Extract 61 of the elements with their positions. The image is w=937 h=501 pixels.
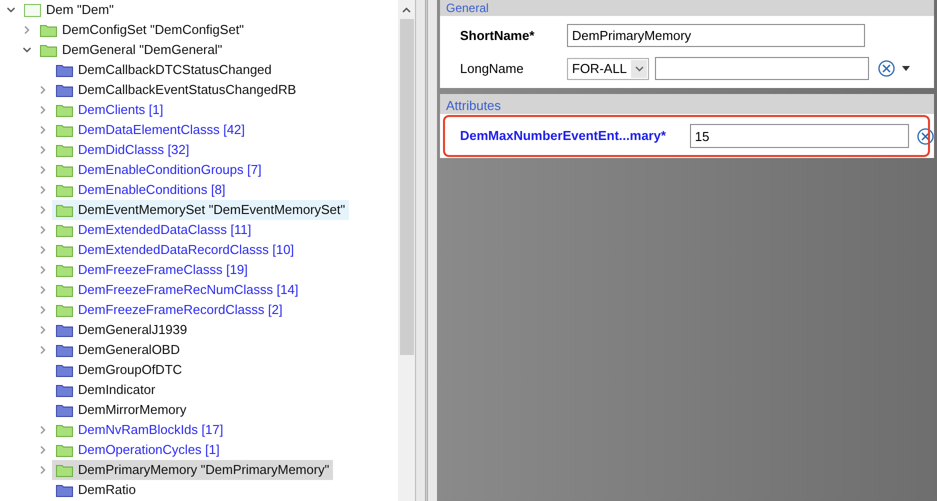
tree-item[interactable]: DemExtendedDataClasss [11]: [52, 220, 256, 240]
chevron-right-icon[interactable]: [38, 445, 48, 455]
chevron-right-icon[interactable]: [38, 85, 48, 95]
chevron-down-icon[interactable]: [22, 45, 32, 55]
tree-item[interactable]: DemEnableConditions [8]: [52, 180, 230, 200]
caret-icon: [634, 66, 644, 72]
tree-item[interactable]: DemMirrorMemory: [52, 400, 190, 420]
text-field[interactable]: DemPrimaryMemory: [567, 24, 865, 47]
tree-item[interactable]: DemDataElementClasss [42]: [52, 120, 249, 140]
tree-item[interactable]: DemEnableConditionGroups [7]: [52, 160, 266, 180]
tree-item[interactable]: DemIndicator: [52, 380, 160, 400]
tree-item[interactable]: DemFreezeFrameClasss [19]: [52, 260, 252, 280]
tree-item[interactable]: DemEventMemorySet "DemEventMemorySet": [52, 200, 350, 220]
chevron-right-icon[interactable]: [38, 145, 48, 155]
tree-item[interactable]: DemGeneralJ1939: [52, 320, 192, 340]
chevron-right-icon[interactable]: [38, 345, 48, 355]
tree-item[interactable]: DemCallbackDTCStatusChanged: [52, 60, 276, 80]
tree-item[interactable]: DemGeneralOBD: [52, 340, 184, 360]
scrollbar[interactable]: [398, 0, 415, 501]
tool-icon[interactable]: [878, 60, 895, 77]
tree-item[interactable]: Dem "Dem": [20, 0, 118, 20]
tree-item[interactable]: DemExtendedDataRecordClasss [10]: [52, 240, 298, 260]
tree-item[interactable]: DemDidClasss [32]: [52, 140, 194, 160]
field-label: ShortName*: [460, 26, 536, 45]
text-field[interactable]: 15: [690, 124, 909, 148]
tree-item[interactable]: DemNvRamBlockIds [17]: [52, 420, 228, 440]
tree-item[interactable]: DemConfigSet "DemConfigSet": [36, 20, 248, 40]
text-field[interactable]: [655, 57, 869, 80]
chevron-right-icon[interactable]: [38, 325, 48, 335]
chevron-right-icon[interactable]: [38, 425, 48, 435]
tree-item[interactable]: DemPrimaryMemory "DemPrimaryMemory": [52, 460, 334, 480]
tool-icon[interactable]: [917, 128, 934, 144]
chevron-right-icon[interactable]: [38, 285, 48, 295]
chevron-right-icon[interactable]: [38, 165, 48, 175]
section-header: Attributes: [446, 98, 501, 114]
field-label: DemMaxNumberEventEnt...mary*: [460, 127, 667, 146]
tree-item[interactable]: DemFreezeFrameRecordClasss [2]: [52, 300, 286, 320]
scroll-up-icon[interactable]: [402, 7, 411, 13]
tree-item[interactable]: DemOperationCycles [1]: [52, 440, 224, 460]
section-header: General: [446, 1, 489, 16]
scrollbar-thumb[interactable]: [400, 19, 414, 355]
chevron-right-icon[interactable]: [38, 185, 48, 195]
chevron-down-icon[interactable]: [6, 5, 16, 15]
chevron-right-icon[interactable]: [38, 125, 48, 135]
field-label: LongName: [460, 60, 525, 78]
chevron-right-icon[interactable]: [38, 265, 48, 275]
chevron-right-icon[interactable]: [38, 305, 48, 315]
tree-item[interactable]: DemCallbackEventStatusChangedRB: [52, 80, 300, 100]
tree-item[interactable]: DemRatio: [52, 480, 140, 500]
chevron-right-icon[interactable]: [38, 105, 48, 115]
language-dropdown[interactable]: FOR-ALL: [567, 58, 649, 80]
dropdown-arrow-icon[interactable]: [902, 66, 910, 71]
chevron-right-icon[interactable]: [38, 205, 48, 215]
chevron-right-icon[interactable]: [38, 225, 48, 235]
tree-item[interactable]: DemFreezeFrameRecNumClasss [14]: [52, 280, 302, 300]
chevron-right-icon[interactable]: [22, 25, 32, 35]
tree-item[interactable]: DemGeneral "DemGeneral": [36, 40, 226, 60]
chevron-right-icon[interactable]: [38, 245, 48, 255]
chevron-right-icon[interactable]: [38, 465, 48, 475]
tree-item[interactable]: DemClients [1]: [52, 100, 168, 120]
tree-item[interactable]: DemGroupOfDTC: [52, 360, 186, 380]
